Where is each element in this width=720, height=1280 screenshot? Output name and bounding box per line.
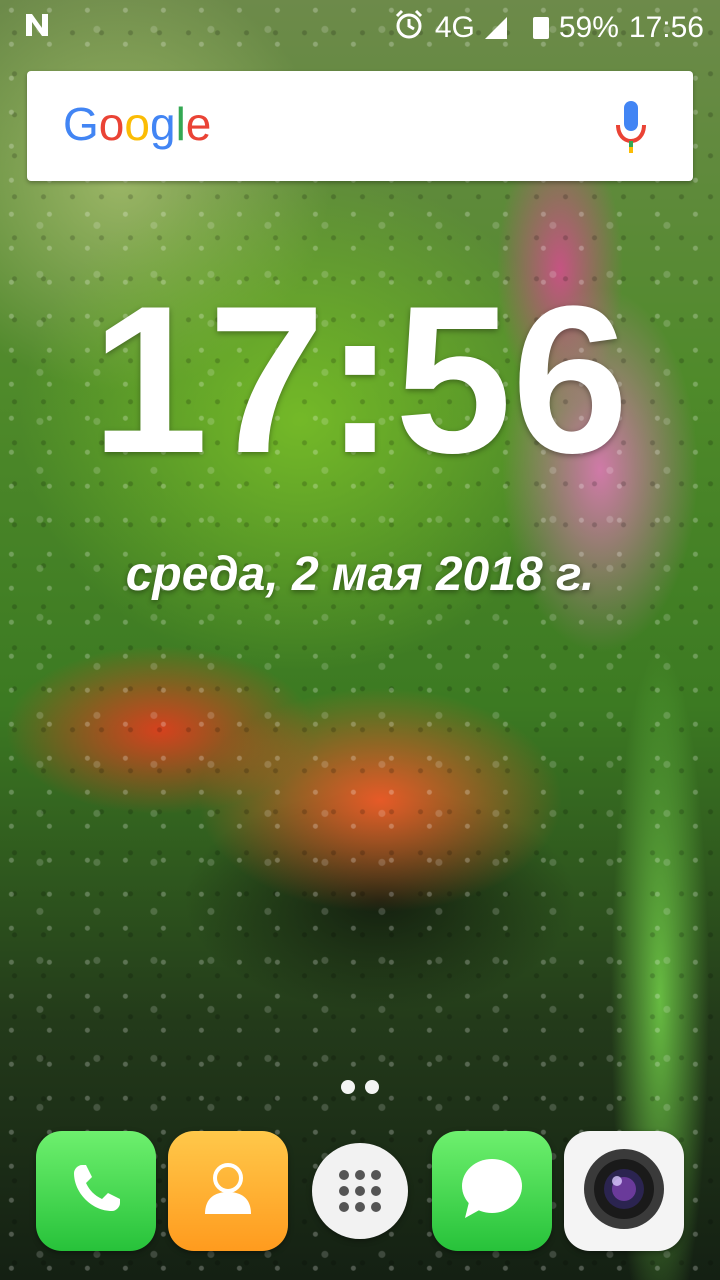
clock-date[interactable]: среда, 2 мая 2018 г. bbox=[0, 545, 720, 605]
network-type: 4G bbox=[434, 11, 475, 44]
page-indicator bbox=[0, 1080, 720, 1094]
app-drawer-icon bbox=[312, 1143, 408, 1239]
google-search-bar[interactable]: Google bbox=[27, 71, 693, 181]
battery-percent: 59% bbox=[558, 11, 619, 44]
phone-icon bbox=[64, 1157, 128, 1225]
alarm-clock-icon bbox=[393, 8, 425, 48]
microphone-icon[interactable] bbox=[613, 99, 649, 155]
contact-icon bbox=[193, 1154, 263, 1228]
status-bar: 4G 59% 17:56 bbox=[0, 0, 720, 56]
messages-app-button[interactable] bbox=[432, 1131, 552, 1251]
page-dot bbox=[365, 1080, 379, 1094]
dock bbox=[0, 1131, 720, 1251]
n-notification-icon bbox=[22, 10, 52, 48]
signal-icon bbox=[484, 17, 507, 39]
chat-bubble-icon bbox=[455, 1152, 529, 1230]
app-drawer-button[interactable] bbox=[300, 1131, 420, 1251]
google-logo: Google bbox=[63, 98, 212, 150]
contacts-app-button[interactable] bbox=[168, 1131, 288, 1251]
battery-icon bbox=[532, 17, 549, 39]
camera-app-button[interactable] bbox=[564, 1131, 684, 1251]
status-icons: 4G 59% 17:56 bbox=[393, 8, 704, 48]
camera-lens-icon bbox=[576, 1141, 672, 1241]
status-time: 17:56 bbox=[628, 11, 704, 44]
phone-app-button[interactable] bbox=[36, 1131, 156, 1251]
page-dot bbox=[341, 1080, 355, 1094]
clock-time[interactable]: 17:56 bbox=[0, 270, 720, 490]
